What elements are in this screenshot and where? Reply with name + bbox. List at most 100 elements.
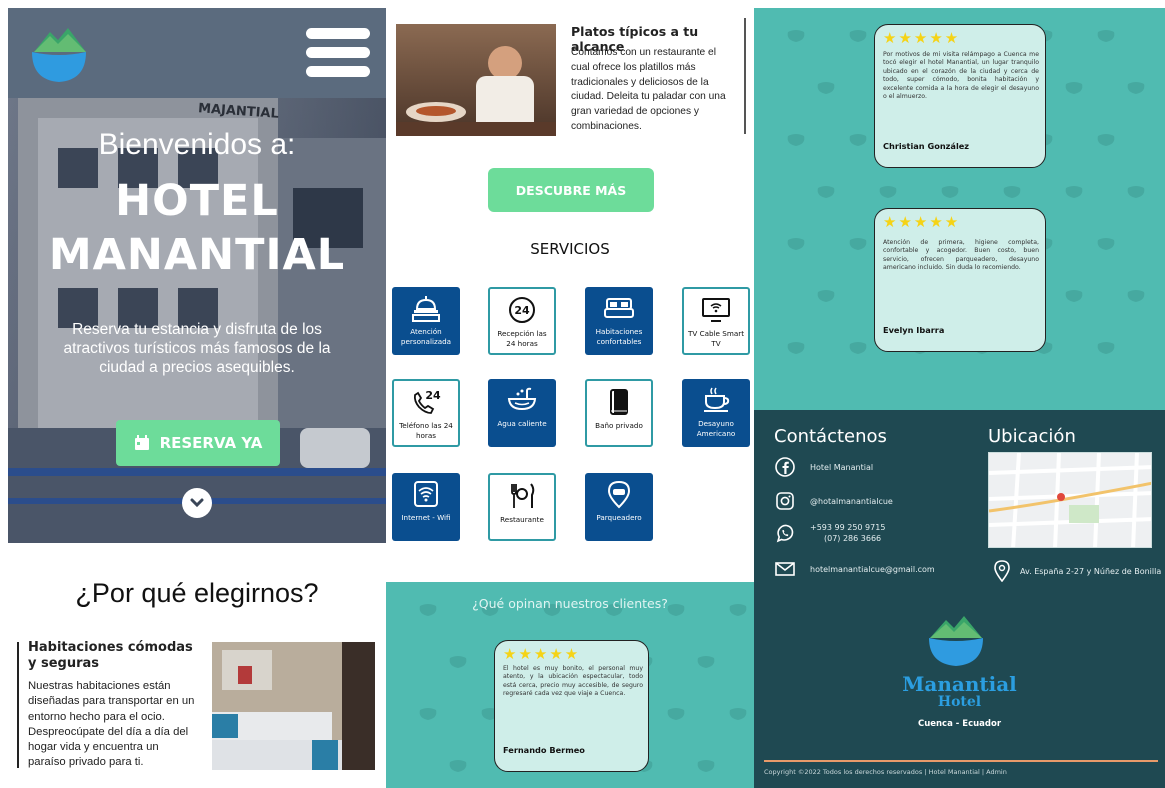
copyright-text: Copyright ©2022 Todos los derechos reser… xyxy=(764,768,1007,776)
location-title: Ubicación xyxy=(988,426,1076,447)
instagram-text: @hotalmanantialcue xyxy=(810,496,893,506)
instagram-link[interactable]: @hotalmanantialcue xyxy=(774,490,893,512)
room-photo xyxy=(212,642,375,770)
service-tile-hot-water: Agua caliente xyxy=(488,379,556,447)
review-text: Atención de primera, higiene completa, c… xyxy=(883,239,1039,272)
hero-welcome: Bienvenidos a: xyxy=(98,128,296,161)
why-choose-us-section: ¿Por qué elegirnos? Habitaciones cómodas… xyxy=(8,560,386,782)
reserve-button[interactable]: RESERVA YA xyxy=(116,420,280,466)
location-pin-icon xyxy=(994,560,1010,582)
food-text: Contamos con un restaurante el cual ofre… xyxy=(571,47,726,132)
top-navbar xyxy=(8,8,386,98)
chevron-down-icon xyxy=(190,498,204,508)
service-label: Atención personalizada xyxy=(400,327,452,346)
hero-title-line2: MANANTIAL xyxy=(48,230,346,280)
service-label: Internet - Wifi xyxy=(401,513,451,522)
whatsapp-icon xyxy=(776,524,794,543)
watermark-logo xyxy=(1116,184,1156,214)
hero-title-line1: HOTEL xyxy=(115,176,279,226)
phone-2: (07) 286 3666 xyxy=(824,534,882,543)
watermark-logo xyxy=(776,28,816,58)
service-label: TV Cable Smart TV xyxy=(687,329,745,348)
footer-divider xyxy=(764,760,1158,762)
tv-icon xyxy=(702,298,730,322)
reception-bell-icon xyxy=(412,296,440,322)
watermark-logo xyxy=(1116,80,1156,110)
map-streets xyxy=(989,453,1151,547)
svg-text:24: 24 xyxy=(425,389,441,402)
watermark-logo xyxy=(1086,28,1126,58)
whatsapp-contact[interactable]: +593 99 250 9715 (07) 286 3666 xyxy=(774,522,885,544)
reserve-button-label: RESERVA YA xyxy=(159,434,263,452)
address-row: Av. España 2-27 y Núñez de Bonilla xyxy=(994,560,1161,582)
watermark-logo xyxy=(776,236,816,266)
service-tile-restaurant: Restaurante xyxy=(488,473,556,541)
hotel-logo-icon[interactable] xyxy=(28,22,90,84)
review-card: ★★★★★ El hotel es muy bonito, el persona… xyxy=(494,640,649,772)
wifi-icon xyxy=(414,481,438,507)
reviews-title: ¿Qué opinan nuestros clientes? xyxy=(472,596,668,611)
service-tile-wifi: Internet - Wifi xyxy=(392,473,460,541)
watermark-logo xyxy=(776,340,816,370)
review-card: ★★★★★ Atención de primera, higiene compl… xyxy=(874,208,1046,352)
food-accent-bar xyxy=(744,18,746,134)
facebook-text: Hotel Manantial xyxy=(810,462,874,472)
watermark-logo xyxy=(806,288,846,318)
hamburger-menu-icon[interactable] xyxy=(306,28,370,80)
discover-more-button[interactable]: DESCUBRE MÁS xyxy=(488,168,654,212)
email-link[interactable]: hotelmanantialcue@gmail.com xyxy=(774,558,935,580)
review-text: El hotel es muy bonito, el personal muy … xyxy=(503,665,643,698)
why-subtitle: Habitaciones cómodas y seguras xyxy=(28,640,193,671)
watermark-logo xyxy=(1086,132,1126,162)
car-pin-icon xyxy=(607,480,631,509)
facebook-link[interactable]: Hotel Manantial xyxy=(774,456,873,478)
phone-1: +593 99 250 9715 xyxy=(810,523,886,532)
watermark-logo xyxy=(1116,288,1156,318)
brand-name: Manantial xyxy=(902,672,1017,696)
watermark-logo xyxy=(838,236,878,266)
service-tile-reception: 24 Recepción las 24 horas xyxy=(488,287,556,355)
facebook-icon xyxy=(775,457,795,477)
watermark-logo xyxy=(686,758,726,788)
services-title: SERVICIOS xyxy=(530,240,610,258)
toilet-icon xyxy=(610,389,628,415)
service-label: Agua caliente xyxy=(497,419,547,428)
hotel-logo-icon xyxy=(929,616,983,666)
why-title: ¿Por qué elegirnos? xyxy=(75,578,319,608)
contact-title: Contáctenos xyxy=(774,426,887,447)
service-label: Desayuno Americano xyxy=(696,419,736,438)
reviews-section-continued: ★★★★★ Por motivos de mi visita relámpago… xyxy=(754,8,1165,410)
review-author: Fernando Bermeo xyxy=(503,745,585,755)
review-text: Por motivos de mi visita relámpago a Cue… xyxy=(883,51,1039,101)
scroll-down-button[interactable] xyxy=(182,488,212,518)
service-label: Recepción las 24 horas xyxy=(497,329,547,348)
location-map[interactable] xyxy=(988,452,1152,548)
watermark-logo xyxy=(806,80,846,110)
reviews-section: ¿Qué opinan nuestros clientes? ★★★★★ El … xyxy=(386,582,754,788)
service-label: Baño privado xyxy=(595,421,643,430)
calendar-icon xyxy=(134,435,149,450)
hero-description: Reserva tu estancia y disfruta de los at… xyxy=(63,321,331,376)
watermark-logo xyxy=(1086,236,1126,266)
food-photo xyxy=(396,24,556,136)
watermark-logo xyxy=(1054,184,1094,214)
mail-icon xyxy=(775,562,795,576)
why-text: Nuestras habitaciones están diseñadas pa… xyxy=(28,680,195,769)
watermark-logo xyxy=(838,132,878,162)
service-tile-rooms: Habitaciones confortables xyxy=(585,287,653,355)
footer-section: Contáctenos Ubicación Hotel Manantial @h… xyxy=(754,410,1165,788)
services-section: Platos típicos a tu alcance Contamos con… xyxy=(386,8,754,580)
watermark-logo xyxy=(838,28,878,58)
watermark-logo xyxy=(686,654,726,684)
address-text: Av. España 2-27 y Núñez de Bonilla xyxy=(1020,566,1162,576)
service-tile-phone: 24 Teléfono las 24 horas xyxy=(392,379,460,447)
watermark-logo xyxy=(806,184,846,214)
service-label: Habitaciones confortables xyxy=(595,327,643,346)
svg-text:24: 24 xyxy=(514,304,530,317)
clock-24-icon: 24 xyxy=(509,297,535,323)
city-label: Cuenca - Ecuador xyxy=(917,719,1002,729)
service-label: Parqueadero xyxy=(596,513,642,522)
phone-numbers: +593 99 250 9715 (07) 286 3666 xyxy=(810,522,885,544)
watermark-logo xyxy=(656,706,696,736)
watermark-logo xyxy=(838,340,878,370)
